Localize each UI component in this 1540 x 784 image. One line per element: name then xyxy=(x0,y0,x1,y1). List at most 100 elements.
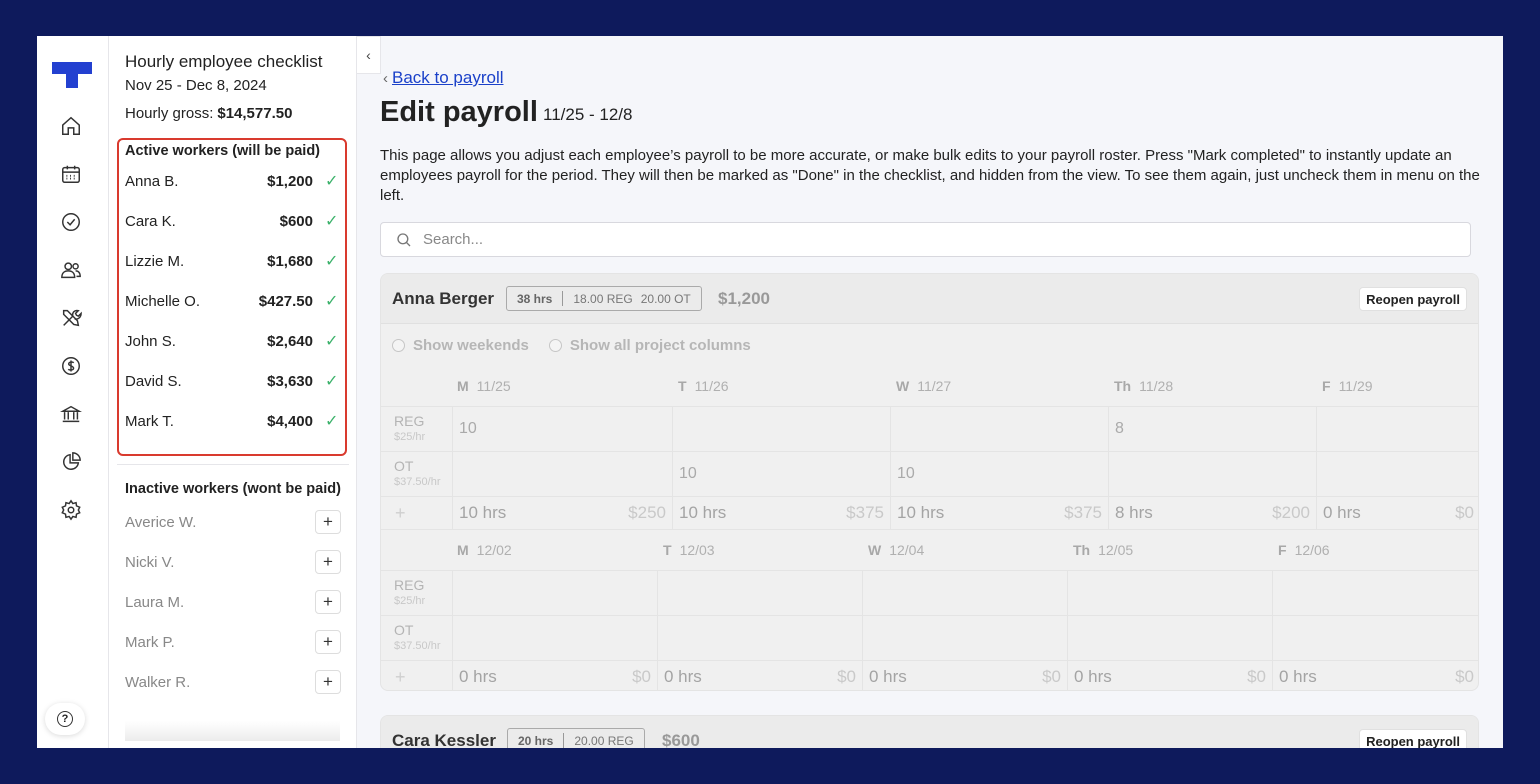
collapse-panel-button[interactable]: ‹ xyxy=(357,36,381,74)
bank-icon[interactable] xyxy=(59,402,83,426)
active-worker-row[interactable]: Michelle O. $427.50 ✓ xyxy=(125,281,341,321)
day-header: M 12/02 xyxy=(457,530,512,570)
worker-name: Mark P. xyxy=(125,633,175,651)
back-to-payroll-link[interactable]: ‹ Back to payroll xyxy=(383,68,504,88)
check-icon[interactable]: ✓ xyxy=(325,371,341,391)
reg-hours-cell[interactable] xyxy=(1068,570,1273,615)
add-worker-button[interactable]: + xyxy=(315,510,341,534)
add-row-icon[interactable]: + xyxy=(395,667,406,688)
worker-amount: $3,630 xyxy=(267,372,313,390)
day-total: 0 hrs $0 xyxy=(1273,660,1478,690)
worker-amount: $427.50 xyxy=(258,292,313,310)
check-icon[interactable]: ✓ xyxy=(325,331,341,351)
day-letter: W xyxy=(868,542,882,558)
reg-hours-cell[interactable] xyxy=(891,406,1109,451)
reg-label: REG xyxy=(394,577,425,593)
check-icon[interactable]: ✓ xyxy=(325,171,341,191)
check-circle-icon[interactable] xyxy=(59,210,83,234)
dollar-icon[interactable] xyxy=(59,354,83,378)
day-total-amount: $250 xyxy=(628,503,666,522)
show-project-columns-toggle[interactable]: Show all project columns xyxy=(548,337,751,354)
search-bar[interactable] xyxy=(380,222,1471,257)
day-total-amount: $0 xyxy=(1042,667,1061,686)
active-worker-row[interactable]: Anna B. $1,200 ✓ xyxy=(125,161,341,201)
active-worker-row[interactable]: John S. $2,640 ✓ xyxy=(125,321,341,361)
reg-hours-cell[interactable] xyxy=(1317,406,1478,451)
day-letter: W xyxy=(896,378,910,394)
ot-hours-cell[interactable] xyxy=(1273,615,1478,660)
tools-icon[interactable] xyxy=(59,306,83,330)
reopen-payroll-button[interactable]: Reopen payroll xyxy=(1359,729,1467,748)
search-icon xyxy=(397,232,411,246)
day-total-hours: 10 hrs xyxy=(679,503,727,522)
day-total-hours: 0 hrs xyxy=(1323,503,1361,522)
checklist-dates: Nov 25 - Dec 8, 2024 xyxy=(125,77,267,94)
chevron-left-icon: ‹ xyxy=(383,70,388,87)
people-icon[interactable] xyxy=(59,258,83,282)
active-worker-row[interactable]: David S. $3,630 ✓ xyxy=(125,361,341,401)
active-worker-row[interactable]: Cara K. $600 ✓ xyxy=(125,201,341,241)
show-weekends-toggle[interactable]: Show weekends xyxy=(392,337,529,354)
reg-hours-cell[interactable] xyxy=(673,406,891,451)
day-date: 12/06 xyxy=(1294,542,1330,558)
reg-hours-cell[interactable] xyxy=(658,570,863,615)
reg-hours-cell[interactable]: 8 xyxy=(1109,406,1317,451)
ot-hours-cell[interactable] xyxy=(658,615,863,660)
reg-hours-cell[interactable] xyxy=(863,570,1068,615)
worker-name: Nicki V. xyxy=(125,553,175,571)
ot-hours-cell[interactable] xyxy=(863,615,1068,660)
worker-name: Laura M. xyxy=(125,593,185,611)
reg-hours-cell[interactable] xyxy=(1273,570,1478,615)
day-total-amount: $0 xyxy=(1455,667,1474,686)
day-letter: Th xyxy=(1073,542,1091,558)
week-grid: M 12/02 T 12/03 W 12/04 Th 12/05 F 12/06 REG $… xyxy=(381,529,1478,690)
check-icon[interactable]: ✓ xyxy=(325,251,341,271)
add-worker-button[interactable]: + xyxy=(315,550,341,574)
page-date-range: 11/25 - 12/8 xyxy=(543,105,633,124)
active-worker-row[interactable]: Mark T. $4,400 ✓ xyxy=(125,401,341,441)
reg-hours-cell[interactable] xyxy=(453,570,658,615)
pie-chart-icon[interactable] xyxy=(59,450,83,474)
home-icon[interactable] xyxy=(59,114,83,138)
ot-label: OT xyxy=(394,622,414,638)
reopen-payroll-button[interactable]: Reopen payroll xyxy=(1359,287,1467,311)
main-content: ‹ Back to payroll Edit payroll 11/25 - 12… xyxy=(357,36,1503,748)
show-projects-label: Show all project columns xyxy=(569,337,751,354)
inactive-worker-row: Walker R. + xyxy=(125,662,341,702)
add-worker-button[interactable]: + xyxy=(315,590,341,614)
ot-hours-cell[interactable] xyxy=(453,615,658,660)
day-header: Th 12/05 xyxy=(1073,530,1133,570)
add-row-cell: + xyxy=(381,496,453,529)
total-hours: 20 hrs xyxy=(518,733,554,748)
employee-card-header: Cara Kessler 20 hrs 20.00 REG $600 Reope… xyxy=(381,716,1478,748)
ot-hours-cell[interactable]: 10 xyxy=(673,451,891,496)
worker-name: Averice W. xyxy=(125,513,197,531)
ot-hours-cell[interactable] xyxy=(1109,451,1317,496)
worker-amount: $600 xyxy=(279,212,313,230)
active-worker-row[interactable]: Lizzie M. $1,680 ✓ xyxy=(125,241,341,281)
day-date: 12/03 xyxy=(679,542,715,558)
add-worker-button[interactable]: + xyxy=(315,630,341,654)
day-header: W 12/04 xyxy=(868,530,924,570)
employee-name: Anna Berger xyxy=(392,289,495,308)
day-total: 10 hrs $375 xyxy=(891,496,1109,529)
page-description: This page allows you adjust each employe… xyxy=(380,147,1480,204)
ot-hours-cell[interactable]: 10 xyxy=(891,451,1109,496)
check-icon[interactable]: ✓ xyxy=(325,411,341,431)
add-worker-button[interactable]: + xyxy=(315,670,341,694)
day-letter: M xyxy=(457,378,469,394)
gear-icon[interactable] xyxy=(59,498,83,522)
calendar-icon[interactable] xyxy=(59,162,83,186)
day-letter: M xyxy=(457,542,469,558)
check-icon[interactable]: ✓ xyxy=(325,291,341,311)
check-icon[interactable]: ✓ xyxy=(325,211,341,231)
ot-hours-cell[interactable] xyxy=(453,451,673,496)
day-total-amount: $200 xyxy=(1272,503,1310,522)
ot-label: OT xyxy=(394,458,414,474)
reg-hours-cell[interactable]: 10 xyxy=(453,406,673,451)
add-row-icon[interactable]: + xyxy=(395,503,406,524)
ot-hours-cell[interactable] xyxy=(1068,615,1273,660)
ot-hours-cell[interactable] xyxy=(1317,451,1478,496)
help-button[interactable]: ? xyxy=(45,703,85,735)
search-input[interactable] xyxy=(423,231,1423,248)
